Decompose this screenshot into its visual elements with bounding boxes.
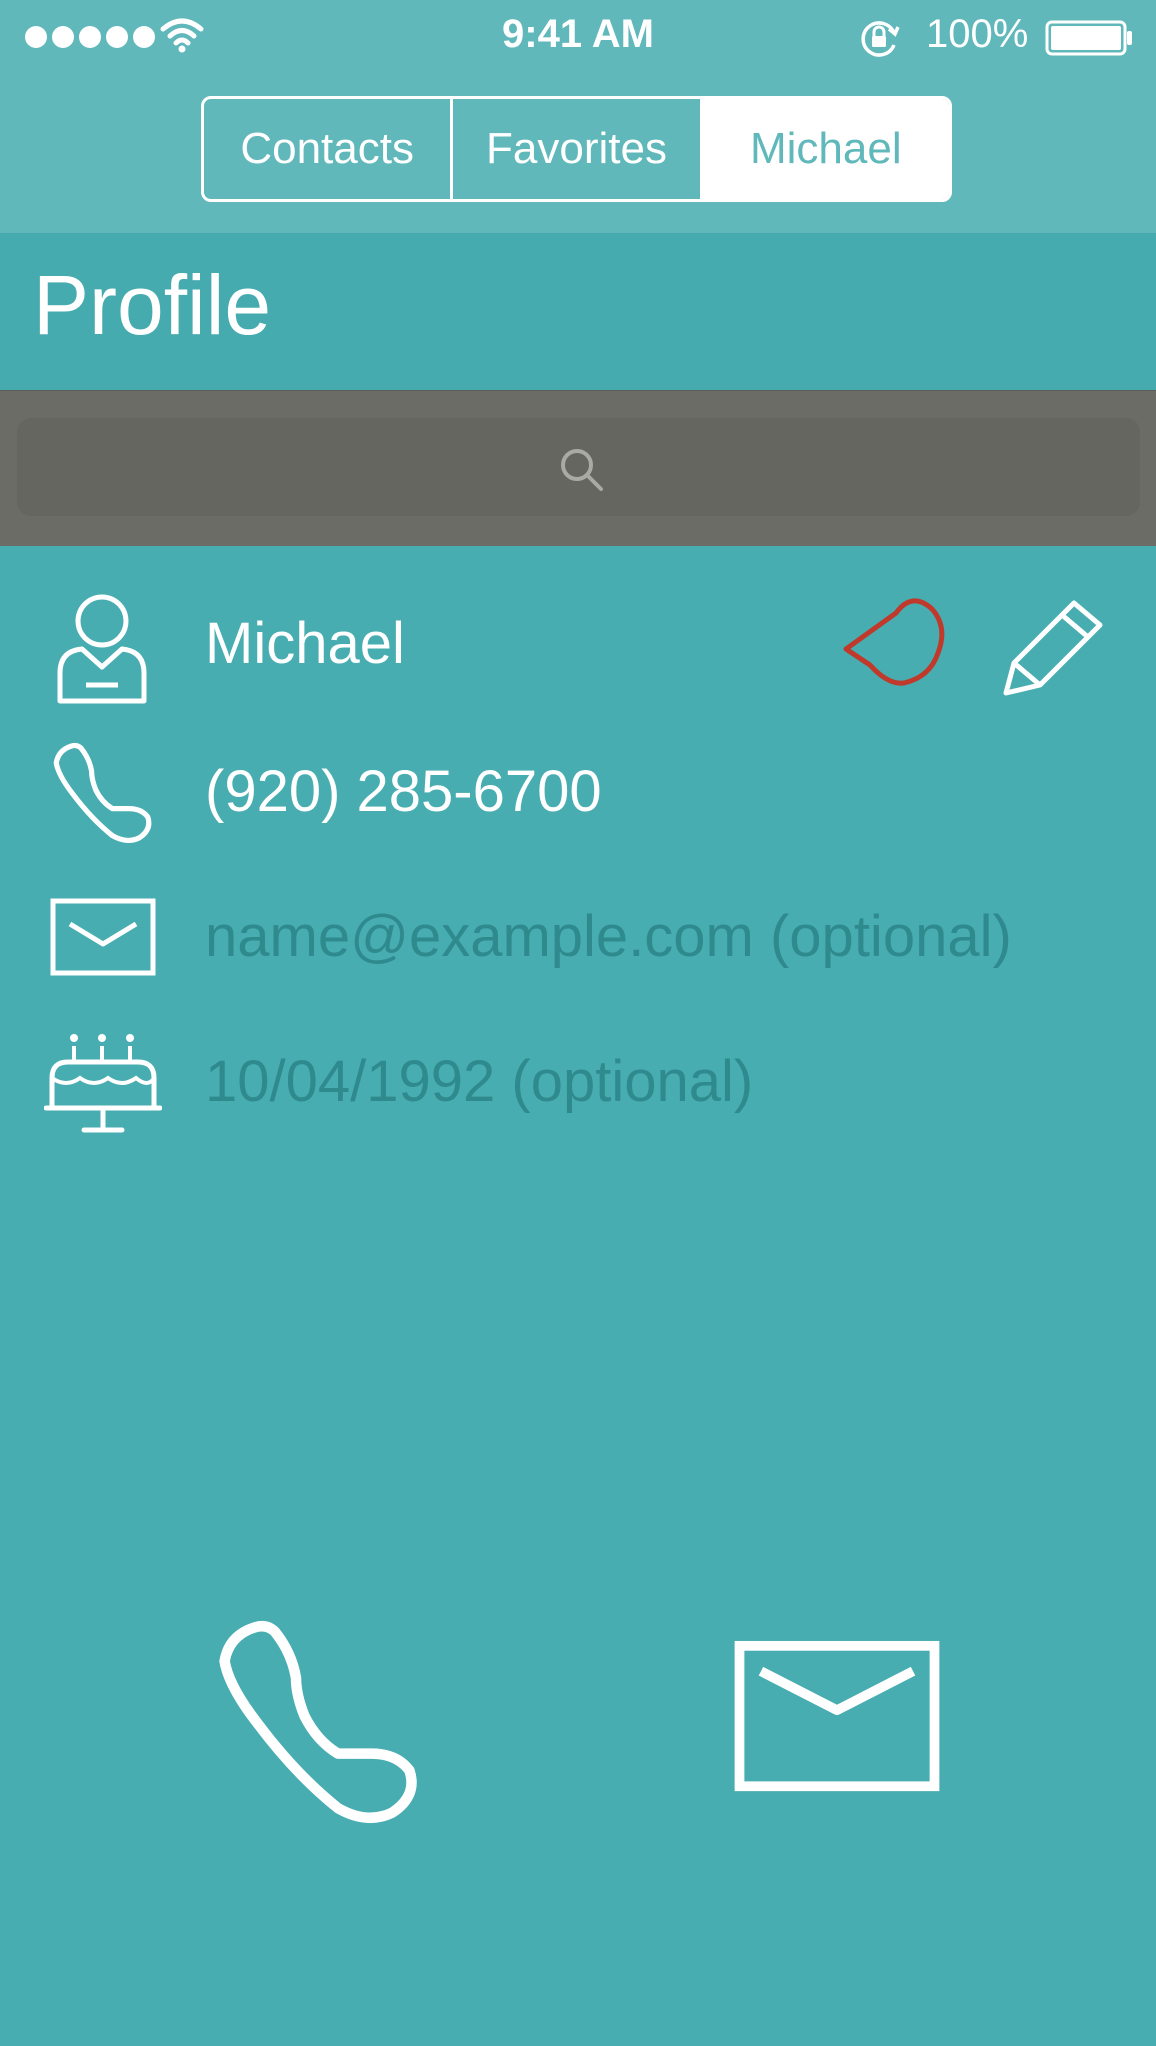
phone-number[interactable]: (920) 285-6700: [205, 763, 602, 821]
mail-icon: [50, 898, 156, 976]
tab-contacts[interactable]: Contacts: [204, 99, 450, 199]
birthday-row: 10/04/1992 (optional): [0, 1025, 1156, 1145]
battery-percent: 100%: [926, 12, 1029, 56]
tab-favorites[interactable]: Favorites: [450, 99, 699, 199]
search-input[interactable]: [17, 418, 1144, 518]
top-bar: 9:41 AM 100% Contacts Favorites Michael: [0, 0, 1156, 233]
segmented-control: Contacts Favorites Michael: [201, 96, 952, 202]
heart-icon[interactable]: [840, 593, 952, 705]
status-bar: 9:41 AM 100%: [0, 0, 1156, 72]
contact-name: Michael: [205, 611, 405, 676]
search-bar: [0, 391, 1156, 546]
person-icon: [57, 594, 147, 704]
battery-icon: [1045, 20, 1132, 56]
phone-row: (920) 285-6700: [0, 735, 1156, 855]
pencil-icon[interactable]: [1000, 597, 1106, 701]
rotation-lock-icon: [861, 21, 900, 57]
birthday-cake-icon: [44, 1034, 162, 1133]
page-title: Profile: [33, 258, 272, 352]
title-bar: Profile: [0, 233, 1156, 393]
email-row: name@example.com (optional): [0, 880, 1156, 1000]
birthday-field[interactable]: 10/04/1992 (optional): [205, 1053, 753, 1111]
email-button-icon[interactable]: [732, 1640, 942, 1796]
phone-icon: [53, 742, 152, 843]
call-button-icon[interactable]: [212, 1615, 422, 1825]
name-row: Michael: [0, 585, 1156, 705]
tab-michael[interactable]: Michael: [699, 99, 949, 199]
email-field[interactable]: name@example.com (optional): [205, 908, 1012, 966]
search-field[interactable]: [17, 418, 1144, 518]
